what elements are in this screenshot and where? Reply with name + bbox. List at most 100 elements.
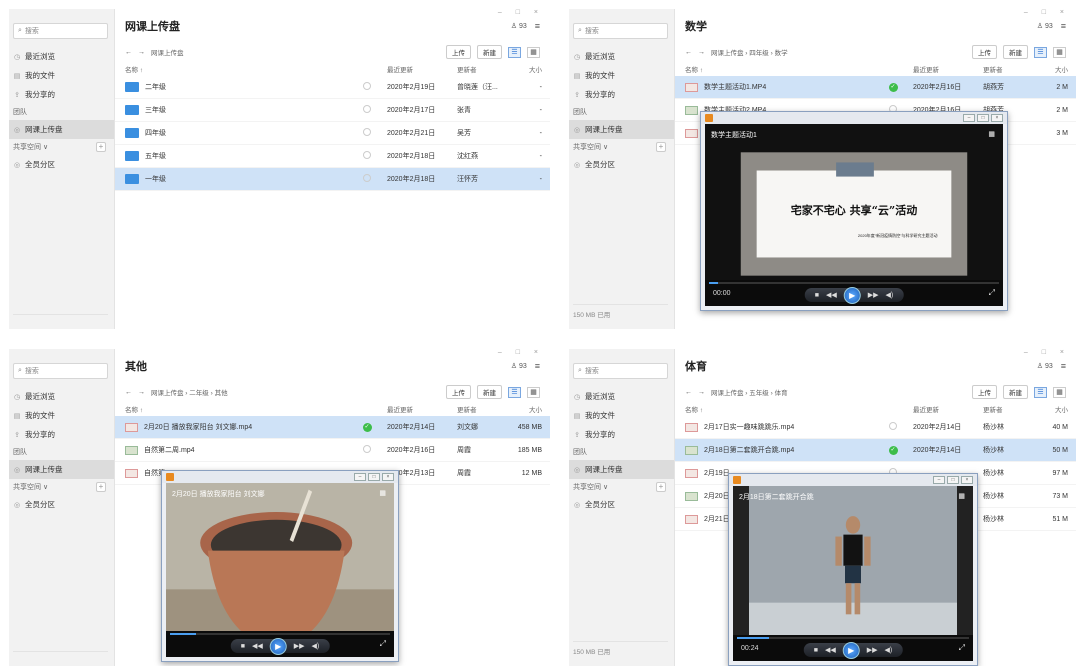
sidebar-item-my-shared[interactable]: ⇪ 我分享的 (9, 85, 114, 104)
upload-button[interactable]: 上传 (446, 45, 471, 59)
search-input[interactable]: ⌕ 搜索 (573, 23, 668, 39)
window-controls[interactable]: – □ × (498, 349, 544, 356)
search-input[interactable]: ⌕ 搜索 (573, 363, 668, 379)
rewind-icon[interactable]: ◀◀ (826, 291, 837, 299)
sidebar-item-all-staff[interactable]: ◎ 全员分区 (9, 495, 114, 514)
breadcrumb[interactable]: 网课上传盘 › 五年级 › 体育 (711, 387, 788, 397)
table-row[interactable]: 2月18日第二套跳开合跳.mp4 ✓ 2020年2月14日 杨沙林 50 M (675, 439, 1076, 462)
sidebar-item-my-shared[interactable]: ⇪ 我分享的 (569, 85, 674, 104)
column-size[interactable]: 大小 (512, 64, 542, 74)
column-date[interactable]: 最近更新 (913, 64, 983, 74)
minimize-icon[interactable]: – (963, 114, 975, 122)
add-space-icon[interactable]: + (96, 482, 106, 492)
column-name[interactable]: 名称 ↑ (685, 404, 873, 414)
column-updater[interactable]: 更新者 (457, 64, 512, 74)
grid-view-icon[interactable]: ▦ (1053, 46, 1066, 58)
fast-forward-icon[interactable]: ▶▶ (867, 646, 878, 654)
table-row[interactable]: 数学主题活动1.MP4 ✓ 2020年2月16日 胡燕芳 2 M (675, 76, 1076, 99)
list-view-icon[interactable]: ☰ (1034, 386, 1047, 398)
playlist-icon[interactable]: ▦ (958, 492, 965, 500)
fullscreen-icon[interactable]: ⤢ (959, 643, 965, 653)
rewind-icon[interactable]: ◀◀ (252, 642, 263, 650)
sidebar-item-recent[interactable]: ◷ 最近浏览 (9, 387, 114, 406)
forward-icon[interactable]: → (698, 389, 705, 396)
column-size[interactable]: 大小 (512, 404, 542, 414)
list-view-icon[interactable]: ☰ (508, 46, 521, 58)
maximize-icon[interactable]: □ (947, 476, 959, 484)
list-view-icon[interactable]: ☰ (508, 386, 521, 398)
volume-icon[interactable]: ◀) (885, 646, 893, 654)
new-button[interactable]: 新建 (477, 385, 502, 399)
table-row[interactable]: 2月17日实一趣味跳跳乐.mp4 2020年2月14日 杨沙林 40 M (675, 416, 1076, 439)
menu-icon[interactable]: ≡ (1061, 361, 1066, 371)
column-updater[interactable]: 更新者 (457, 404, 512, 414)
sidebar-item-course-upload[interactable]: ◎ 网课上传盘 (569, 460, 674, 479)
player-window-buttons[interactable]: – □ × (354, 473, 394, 481)
add-space-icon[interactable]: + (656, 482, 666, 492)
sidebar-item-all-staff[interactable]: ◎ 全员分区 (569, 155, 674, 174)
grid-view-icon[interactable]: ▦ (527, 46, 540, 58)
table-row[interactable]: 自然第二周.mp4 2020年2月16日 周霞 185 MB (115, 439, 550, 462)
breadcrumb-item[interactable]: 数学 (775, 50, 788, 57)
window-controls[interactable]: – □ × (1024, 349, 1070, 356)
maximize-icon[interactable]: □ (977, 114, 989, 122)
sidebar-item-my-files[interactable]: ▤ 我的文件 (9, 406, 114, 425)
upload-button[interactable]: 上传 (446, 385, 471, 399)
column-updater[interactable]: 更新者 (983, 64, 1038, 74)
play-pause-button[interactable]: ▶ (843, 286, 861, 304)
close-icon[interactable]: × (961, 476, 973, 484)
player-window-buttons[interactable]: – □ × (963, 114, 1003, 122)
breadcrumb-item[interactable]: 五年级 (749, 390, 769, 397)
sidebar-item-recent[interactable]: ◷ 最近浏览 (569, 47, 674, 66)
video-player-window[interactable]: – □ × 2月20日 播放我家阳台 刘文娜 ▦ ■ ◀◀ ▶ ▶▶ ◀) ⤢ (161, 470, 399, 662)
window-controls[interactable]: – □ × (1024, 9, 1070, 16)
seek-bar[interactable] (737, 637, 969, 639)
search-input[interactable]: ⌕ 搜索 (13, 363, 108, 379)
table-row[interactable]: 二年级 2020年2月19日 曾晓莲（汪... - (115, 76, 550, 99)
breadcrumb-item[interactable]: 网课上传盘 (711, 50, 744, 57)
table-row[interactable]: 三年级 2020年2月17日 张青 - (115, 99, 550, 122)
fullscreen-icon[interactable]: ⤢ (380, 639, 386, 649)
volume-icon[interactable]: ◀) (312, 642, 320, 650)
back-icon[interactable]: ← (685, 49, 692, 56)
sidebar-item-all-staff[interactable]: ◎ 全员分区 (569, 495, 674, 514)
column-size[interactable]: 大小 (1038, 404, 1068, 414)
breadcrumb-item[interactable]: 网课上传盘 (151, 50, 184, 57)
member-count[interactable]: ♙ 93 (1037, 362, 1053, 370)
play-pause-button[interactable]: ▶ (269, 637, 287, 655)
table-row[interactable]: 一年级 2020年2月18日 汪怀芳 - (115, 168, 550, 191)
stop-icon[interactable]: ■ (241, 643, 245, 650)
breadcrumb[interactable]: 网课上传盘 › 二年级 › 其他 (151, 387, 228, 397)
search-input[interactable]: ⌕ 搜索 (13, 23, 108, 39)
fullscreen-icon[interactable]: ⤢ (989, 288, 995, 298)
video-screen[interactable]: 宅家不宅心 共享“云”活动 2020年度“新冠疫情防控”与科学研究主题活动 数学主题… (705, 124, 1003, 306)
sidebar-item-my-shared[interactable]: ⇪ 我分享的 (9, 425, 114, 444)
back-icon[interactable]: ← (125, 49, 132, 56)
breadcrumb-item[interactable]: 四年级 (749, 50, 769, 57)
upload-button[interactable]: 上传 (972, 385, 997, 399)
upload-button[interactable]: 上传 (972, 45, 997, 59)
column-name[interactable]: 名称 ↑ (685, 64, 873, 74)
playlist-icon[interactable]: ▦ (988, 130, 995, 138)
sidebar-section-share-space[interactable]: 共享空间 ∨ + (569, 479, 674, 495)
menu-icon[interactable]: ≡ (1061, 21, 1066, 31)
forward-icon[interactable]: → (138, 49, 145, 56)
sidebar-item-my-files[interactable]: ▤ 我的文件 (569, 66, 674, 85)
column-name[interactable]: 名称 ↑ (125, 64, 347, 74)
maximize-icon[interactable]: □ (368, 473, 380, 481)
minimize-icon[interactable]: – (354, 473, 366, 481)
grid-view-icon[interactable]: ▦ (527, 386, 540, 398)
stop-icon[interactable]: ■ (814, 647, 818, 654)
player-window-buttons[interactable]: – □ × (933, 476, 973, 484)
forward-icon[interactable]: → (138, 389, 145, 396)
column-updater[interactable]: 更新者 (983, 404, 1038, 414)
column-name[interactable]: 名称 ↑ (125, 404, 347, 414)
table-row[interactable]: 五年级 2020年2月18日 沈红燕 - (115, 145, 550, 168)
column-date[interactable]: 最近更新 (913, 404, 983, 414)
menu-icon[interactable]: ≡ (535, 361, 540, 371)
column-size[interactable]: 大小 (1038, 64, 1068, 74)
stop-icon[interactable]: ■ (815, 292, 819, 299)
breadcrumb[interactable]: 网课上传盘 › 四年级 › 数学 (711, 47, 788, 57)
sidebar-item-course-upload[interactable]: ◎ 网课上传盘 (569, 120, 674, 139)
grid-view-icon[interactable]: ▦ (1053, 386, 1066, 398)
